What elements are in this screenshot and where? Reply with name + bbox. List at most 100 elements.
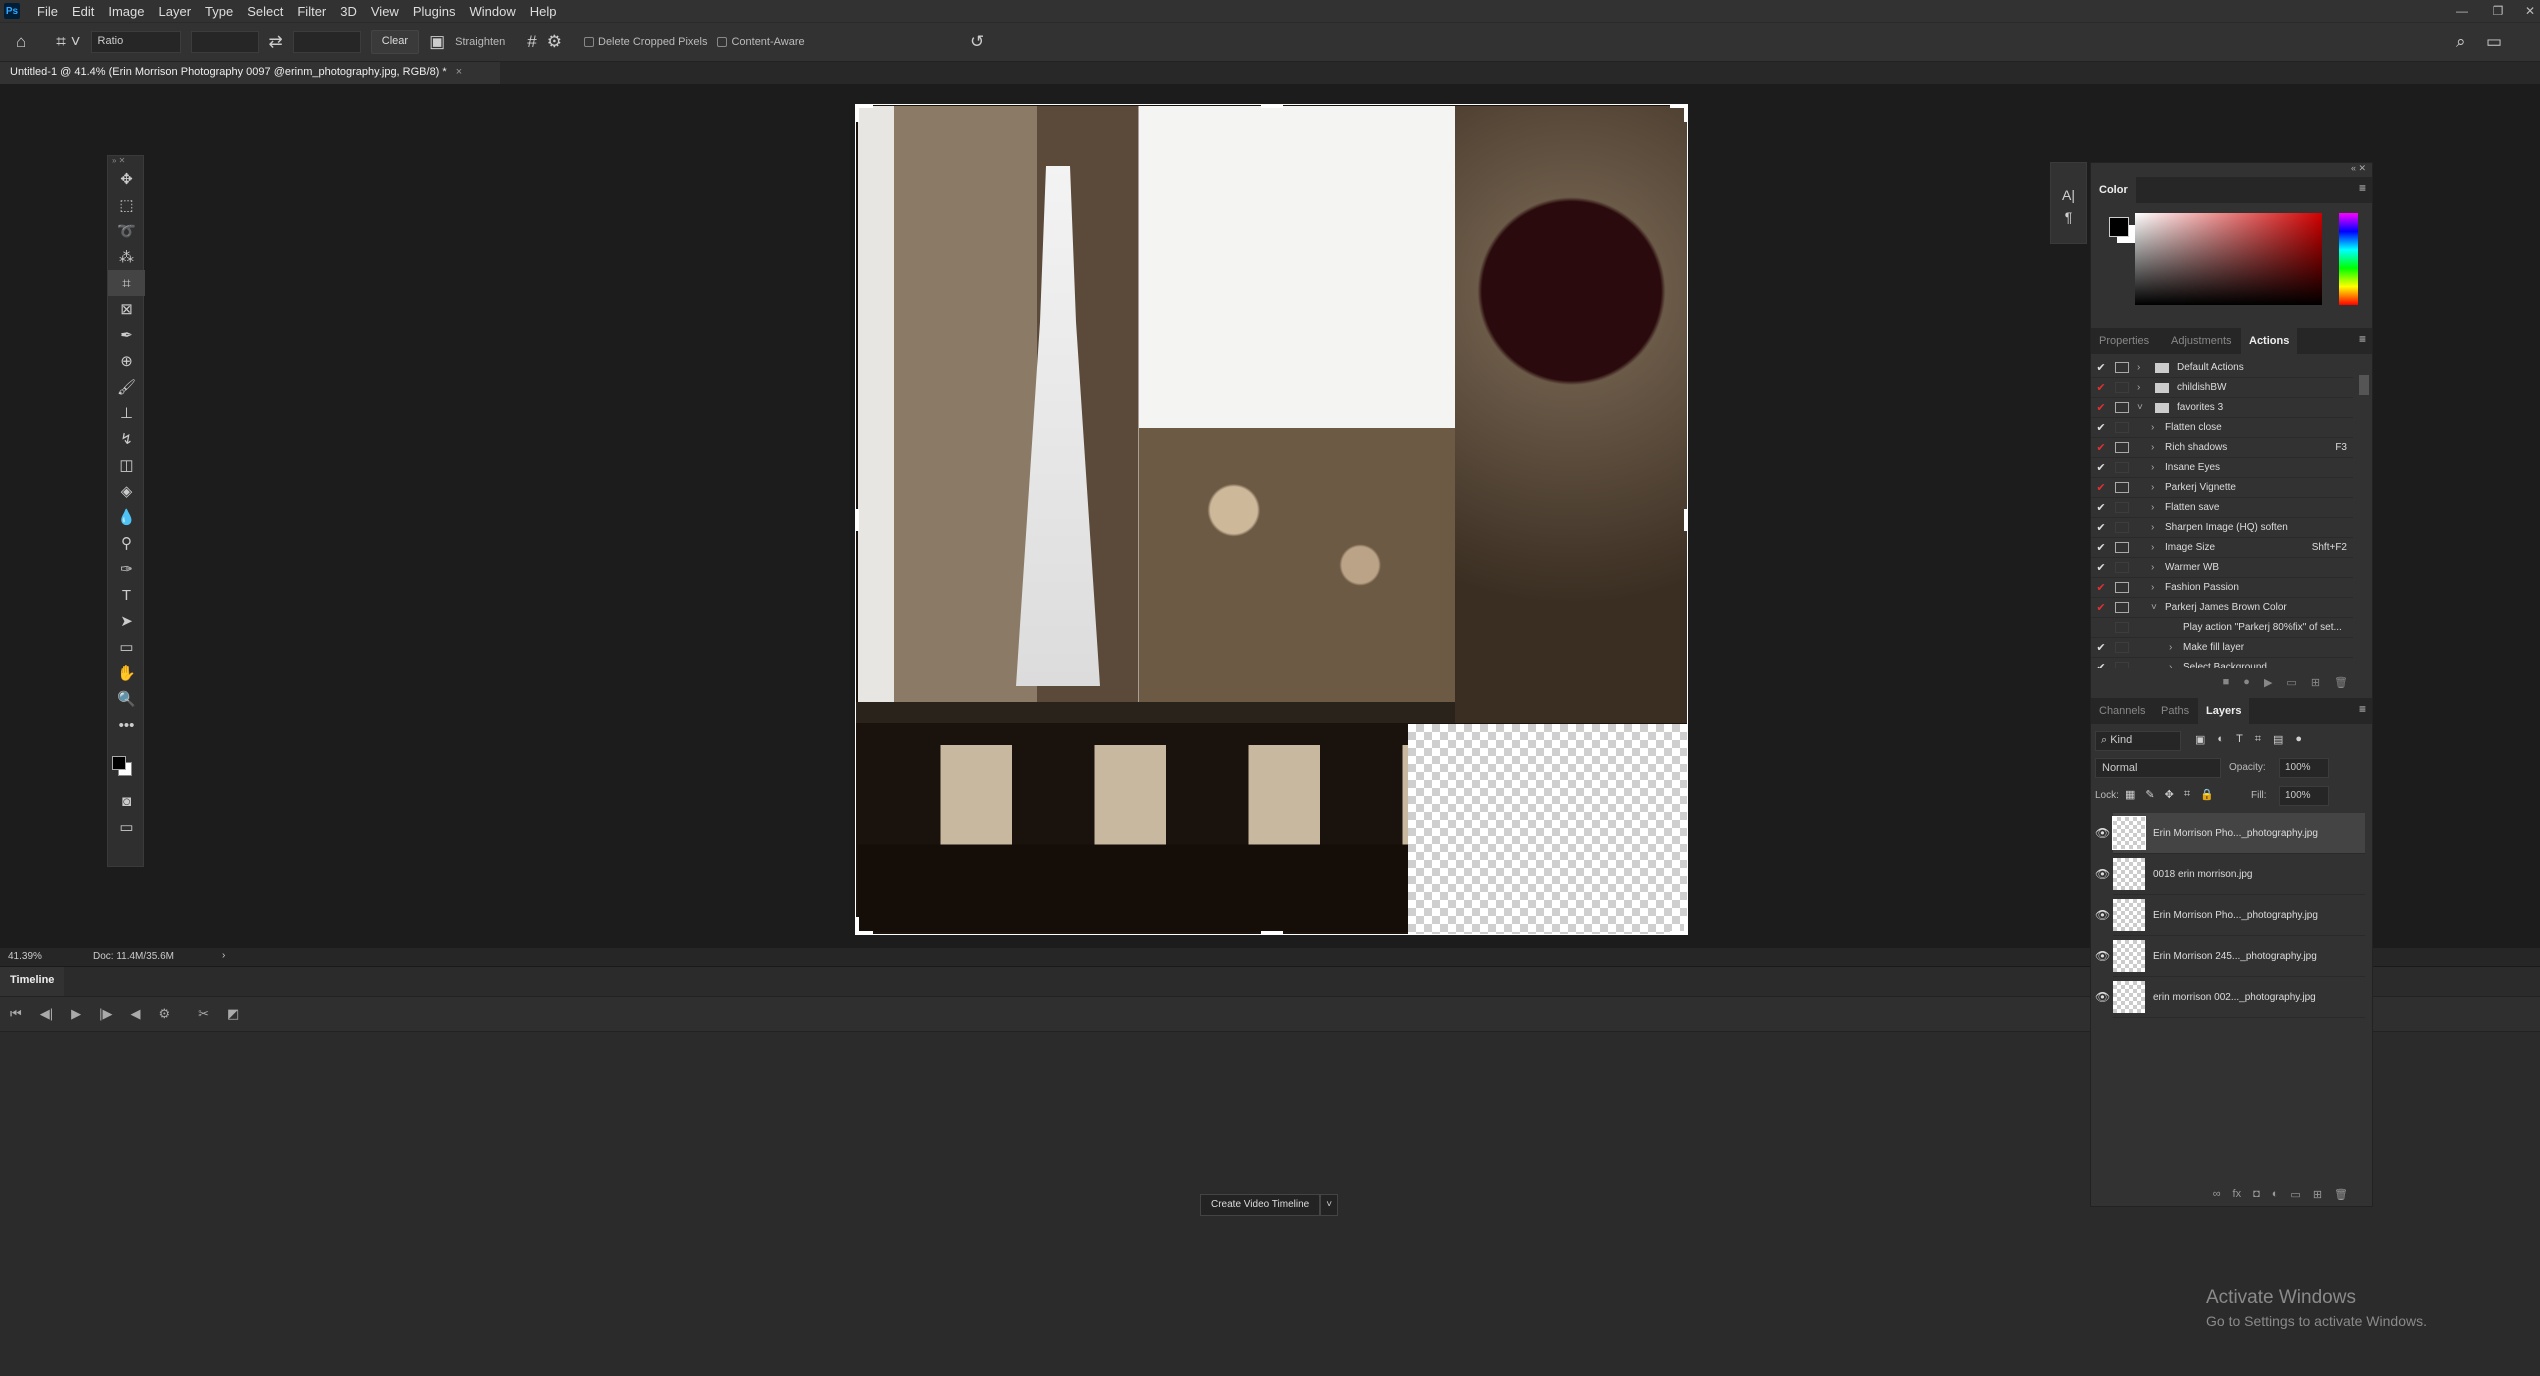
kind-filter-select[interactable]: ⌕ Kind <box>2095 731 2181 751</box>
toggle-check-icon[interactable]: ✔ <box>2091 421 2111 434</box>
crop-tool-preset-icon[interactable]: ⌗ ˅ <box>56 32 80 52</box>
chevron-right-icon[interactable]: › <box>2151 462 2165 473</box>
eye-icon[interactable]: 👁 <box>2095 867 2110 881</box>
crop-handle-right[interactable] <box>1684 509 1688 531</box>
eraser-icon[interactable]: ◫ <box>108 452 145 478</box>
dialog-toggle-icon[interactable] <box>2115 622 2129 633</box>
clear-button[interactable]: Clear <box>370 30 420 54</box>
type-icon[interactable]: T <box>108 582 145 608</box>
action-row[interactable]: ✔ › Parkerj Vignette <box>2091 478 2353 498</box>
crop-handle-bottom[interactable] <box>1261 931 1283 935</box>
toggle-check-icon[interactable]: ✔ <box>2091 601 2111 614</box>
crop-border[interactable] <box>855 104 1688 935</box>
move-icon[interactable]: ✥ <box>108 166 145 192</box>
fill-input[interactable]: 100% <box>2279 786 2329 806</box>
menu-3d[interactable]: 3D <box>333 4 364 19</box>
toggle-check-icon[interactable]: ✔ <box>2091 581 2111 594</box>
toggle-check-icon[interactable]: ✔ <box>2091 441 2111 454</box>
color-field[interactable] <box>2135 213 2322 305</box>
record-icon[interactable]: ● <box>2243 676 2250 688</box>
action-row[interactable]: ✔ › Make fill layer <box>2091 638 2353 658</box>
toggle-check-icon[interactable]: ✔ <box>2091 641 2111 654</box>
healing-icon[interactable]: ⊕ <box>108 348 145 374</box>
menu-plugins[interactable]: Plugins <box>406 4 463 19</box>
pen-icon[interactable]: ✑ <box>108 556 145 582</box>
hue-slider[interactable] <box>2339 213 2358 305</box>
eye-icon[interactable]: 👁 <box>2095 908 2110 922</box>
minimize-button[interactable]: — <box>2444 0 2480 22</box>
chevron-down-icon[interactable]: ˅ <box>2137 402 2151 413</box>
quick-mask-icon[interactable]: ◙ <box>108 788 145 814</box>
dialog-toggle-icon[interactable] <box>2115 362 2129 373</box>
toggle-check-icon[interactable]: ✔ <box>2091 501 2111 514</box>
panel-menu-icon[interactable]: ≡ <box>2359 702 2366 716</box>
lock-artboard-icon[interactable]: ⌗ <box>2184 788 2190 801</box>
toggle-check-icon[interactable]: ✔ <box>2091 661 2111 668</box>
dialog-toggle-icon[interactable] <box>2115 562 2129 573</box>
new-action-icon[interactable]: ⊞ <box>2311 676 2320 689</box>
character-icon[interactable]: A| <box>2051 187 2086 203</box>
ratio-select[interactable]: Ratio <box>90 31 181 53</box>
action-row[interactable]: ✔ › Warmer WB <box>2091 558 2353 578</box>
layer-row[interactable]: 👁 0018 erin morrison.jpg <box>2095 854 2365 895</box>
document-tab[interactable]: Untitled-1 @ 41.4% (Erin Morrison Photog… <box>0 62 500 84</box>
action-row[interactable]: ✔ › Sharpen Image (HQ) soften <box>2091 518 2353 538</box>
timeline-tab[interactable]: Timeline <box>0 967 65 997</box>
play-icon[interactable]: ▶ <box>71 1006 81 1022</box>
toggle-check-icon[interactable]: ✔ <box>2091 381 2111 394</box>
close-tab-icon[interactable]: × <box>456 66 462 78</box>
dialog-toggle-icon[interactable] <box>2115 382 2129 393</box>
action-row[interactable]: Play action "Parkerj 80%fix" of set... <box>2091 618 2353 638</box>
toggle-check-icon[interactable]: ✔ <box>2091 461 2111 474</box>
blur-icon[interactable]: 💧 <box>108 504 145 530</box>
filter-toggle-icon[interactable]: ● <box>2295 733 2302 746</box>
shape-filter-icon[interactable]: ⌗ <box>2255 733 2261 746</box>
transition-icon[interactable]: ◩ <box>227 1006 239 1022</box>
mask-icon[interactable]: ◘ <box>2253 1188 2260 1200</box>
actions-scrollbar[interactable] <box>2359 375 2369 395</box>
height-input[interactable] <box>292 31 361 53</box>
create-video-timeline-button[interactable]: Create Video Timeline <box>1200 1194 1321 1216</box>
chevron-right-icon[interactable]: › <box>2151 582 2165 593</box>
prev-frame-icon[interactable]: ◀︎| <box>40 1006 53 1022</box>
chevron-right-icon[interactable]: › <box>2151 502 2165 513</box>
overlay-grid-icon[interactable]: # <box>527 32 536 52</box>
close-window-button[interactable]: ✕ <box>2512 0 2540 22</box>
chevron-right-icon[interactable]: › <box>2151 542 2165 553</box>
eye-icon[interactable]: 👁 <box>2095 949 2110 963</box>
maximize-button[interactable]: ❐ <box>2480 0 2516 22</box>
image-filter-icon[interactable]: ▣ <box>2195 733 2205 746</box>
dialog-toggle-icon[interactable] <box>2115 602 2129 613</box>
chevron-right-icon[interactable]: › <box>2151 522 2165 533</box>
layer-row[interactable]: 👁 Erin Morrison 245..._photography.jpg <box>2095 936 2365 977</box>
toolbar-collapse-icon[interactable]: » ✕ <box>108 156 143 166</box>
hand-icon[interactable]: ✋ <box>108 660 145 686</box>
crop-handle-br[interactable] <box>1684 917 1688 935</box>
chevron-right-icon[interactable]: › <box>2151 562 2165 573</box>
zoom-icon[interactable]: 🔍 <box>108 686 145 712</box>
dialog-toggle-icon[interactable] <box>2115 542 2129 553</box>
chevron-right-icon[interactable]: › <box>2151 442 2165 453</box>
stop-icon[interactable]: ■ <box>2223 676 2230 688</box>
toggle-check-icon[interactable]: ✔ <box>2091 481 2111 494</box>
first-frame-icon[interactable]: ⏮ <box>10 1006 22 1022</box>
dialog-toggle-icon[interactable] <box>2115 502 2129 513</box>
tab-channels[interactable]: Channels <box>2091 698 2153 724</box>
tab-layers[interactable]: Layers <box>2198 698 2250 724</box>
crop-handle-tr[interactable] <box>1684 104 1688 122</box>
eye-icon[interactable]: 👁 <box>2095 990 2110 1004</box>
action-row[interactable]: ✔ › Default Actions <box>2091 358 2353 378</box>
crop-handle-bl[interactable] <box>855 917 859 935</box>
workspace-icon[interactable]: ▭ <box>2486 32 2502 52</box>
link-icon[interactable]: ∞ <box>2213 1188 2221 1200</box>
adjustment-filter-icon[interactable]: ◐ <box>2217 733 2224 746</box>
menu-help[interactable]: Help <box>523 4 564 19</box>
chevron-down-icon[interactable]: ˅ <box>2151 602 2165 613</box>
action-row[interactable]: ✔ › Fashion Passion <box>2091 578 2353 598</box>
action-row[interactable]: ✔ › Insane Eyes <box>2091 458 2353 478</box>
action-row[interactable]: ✔ ˅ favorites 3 <box>2091 398 2353 418</box>
path-select-icon[interactable]: ➤ <box>108 608 145 634</box>
rectangle-icon[interactable]: ▭ <box>108 634 145 660</box>
tab-adjustments[interactable]: Adjustments <box>2163 328 2240 354</box>
menu-window[interactable]: Window <box>462 4 522 19</box>
